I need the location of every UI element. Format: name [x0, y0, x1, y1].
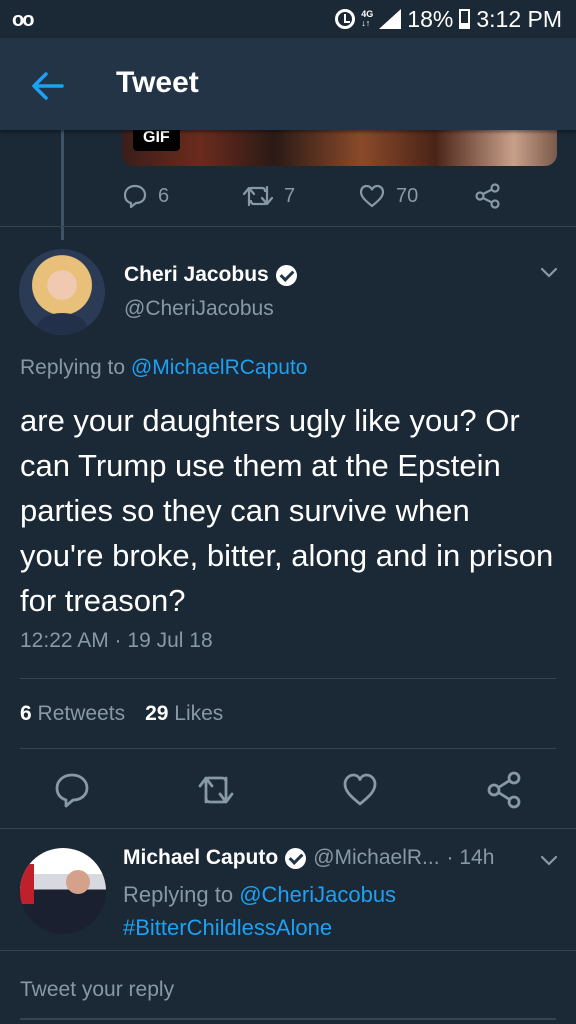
chevron-down-icon[interactable] [540, 264, 558, 282]
gif-media[interactable] [122, 130, 557, 166]
replying-prefix: Replying to [20, 356, 126, 379]
reply-author-row[interactable]: Michael Caputo @MichaelR... · 14h [123, 846, 494, 870]
replying-prefix: Replying to [123, 882, 234, 907]
signal-icon [379, 9, 402, 29]
likes-count: 29 [145, 702, 169, 725]
reply-icon[interactable] [52, 770, 92, 810]
app-bar: Tweet [0, 38, 576, 130]
share-action[interactable] [474, 183, 502, 209]
reply-author-name: Michael Caputo [123, 846, 279, 869]
retweets-count: 6 [20, 702, 32, 725]
thread-connector-line [61, 130, 64, 240]
share-icon [475, 183, 500, 209]
retweet-icon[interactable] [196, 770, 236, 810]
reply-composer [0, 950, 576, 1024]
reply-author-handle: @MichaelR... [313, 846, 440, 869]
status-bar: oo 4G ↓↑ 18% 3:12 PM [0, 0, 576, 38]
status-icons: 4G ↓↑ 18% 3:12 PM [335, 6, 562, 32]
divider [0, 226, 576, 227]
divider [20, 748, 556, 749]
reply-time: · 14h [446, 846, 495, 869]
like-action[interactable]: 70 [358, 183, 418, 209]
page-title: Tweet [116, 66, 199, 99]
mention-link[interactable]: @CheriJacobus [239, 882, 396, 907]
like-count: 70 [396, 184, 419, 207]
author-name-row[interactable]: Cheri Jacobus [124, 263, 297, 287]
verified-badge-icon [285, 847, 307, 869]
voicemail-icon: oo [12, 9, 34, 31]
retweet-icon [242, 185, 274, 207]
battery-icon [459, 9, 471, 29]
reply-input[interactable] [20, 975, 556, 1005]
reply-count: 6 [158, 184, 170, 207]
avatar[interactable] [19, 249, 105, 335]
alarm-icon [335, 9, 356, 29]
data-icon: 4G ↓↑ [361, 9, 374, 28]
retweet-count: 7 [284, 184, 296, 207]
tweet-actions [0, 770, 576, 810]
input-underline [20, 1018, 556, 1020]
retweet-action[interactable]: 7 [242, 183, 295, 209]
back-arrow-icon[interactable] [30, 68, 66, 104]
heart-icon[interactable] [340, 770, 380, 810]
prev-tweet-actions: 6 7 70 [122, 183, 512, 213]
avatar[interactable] [20, 848, 106, 934]
mention-link[interactable]: @MichaelRCaputo [131, 356, 308, 379]
reply-replying-to-line: Replying to @CheriJacobus [123, 882, 396, 908]
reply-icon [123, 184, 147, 209]
tweet-timestamp: 12:22 AM · 19 Jul 18 [20, 629, 213, 652]
chevron-down-icon[interactable] [540, 852, 558, 870]
verified-badge-icon [275, 264, 297, 286]
divider [0, 828, 576, 829]
author-name: Cheri Jacobus [124, 263, 269, 286]
reply-action[interactable]: 6 [122, 183, 169, 209]
engagement-stats: 6 Retweets 29 Likes [20, 702, 223, 726]
battery-percent: 18% [407, 5, 454, 32]
author-handle[interactable]: @CheriJacobus [124, 297, 274, 321]
retweets-stat[interactable]: 6 Retweets [20, 702, 125, 726]
likes-stat[interactable]: 29 Likes [145, 702, 223, 726]
tweet-text: are your daughters ugly like you? Or can… [20, 403, 554, 618]
replying-to-line: Replying to @MichaelRCaputo [20, 356, 307, 380]
divider [20, 678, 556, 679]
hashtag-link[interactable]: #BitterChildlessAlone [123, 915, 332, 941]
clock: 3:12 PM [476, 5, 562, 32]
retweets-label: Retweets [37, 702, 126, 725]
heart-icon [359, 184, 385, 208]
share-icon[interactable] [484, 770, 524, 810]
likes-label: Likes [174, 702, 224, 725]
